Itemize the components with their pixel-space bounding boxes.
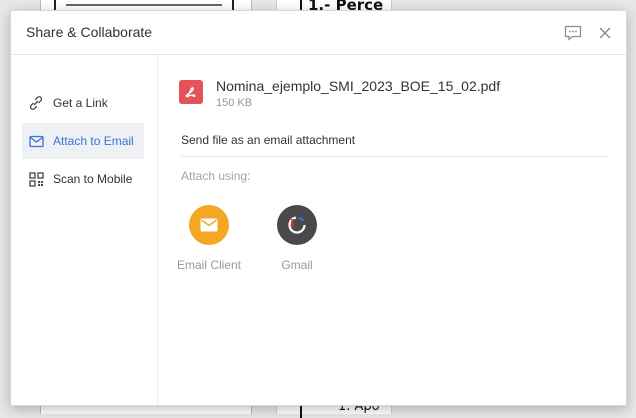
gmail-option[interactable]: Gmail [257,205,337,272]
sidebar-item-label: Attach to Email [53,134,134,148]
sidebar-item-get-link[interactable]: Get a Link [22,85,144,121]
dialog-header: Share & Collaborate [11,11,626,55]
pdf-file-icon [179,80,203,104]
sidebar-item-scan-mobile[interactable]: Scan to Mobile [22,161,144,197]
email-client-label: Email Client [176,258,242,272]
attach-using-label: Attach using: [181,169,251,183]
envelope-icon [189,205,229,245]
file-size: 150 KB [216,97,253,109]
divider [181,156,608,157]
email-client-option[interactable]: Email Client [169,205,249,272]
sidebar-item-label: Scan to Mobile [53,172,133,186]
sidebar-item-attach-email[interactable]: Attach to Email [22,123,144,159]
close-icon[interactable] [595,23,615,43]
qr-code-icon [28,171,44,187]
dialog-title: Share & Collaborate [26,24,153,40]
feedback-icon[interactable] [563,23,583,43]
main-panel: Nomina_ejemplo_SMI_2023_BOE_15_02.pdf 15… [157,55,626,405]
gmail-label: Gmail [281,258,313,272]
sidebar-item-label: Get a Link [53,96,108,110]
gmail-loading-icon [277,205,317,245]
mail-icon [28,133,44,149]
description-text: Send file as an email attachment [181,133,356,147]
share-dialog: Share & Collaborate Get a Link Attach to… [10,10,627,406]
sidebar: Get a Link Attach to Email Scan to Mobil… [11,55,158,405]
file-name: Nomina_ejemplo_SMI_2023_BOE_15_02.pdf [216,78,501,94]
link-icon [28,95,44,111]
